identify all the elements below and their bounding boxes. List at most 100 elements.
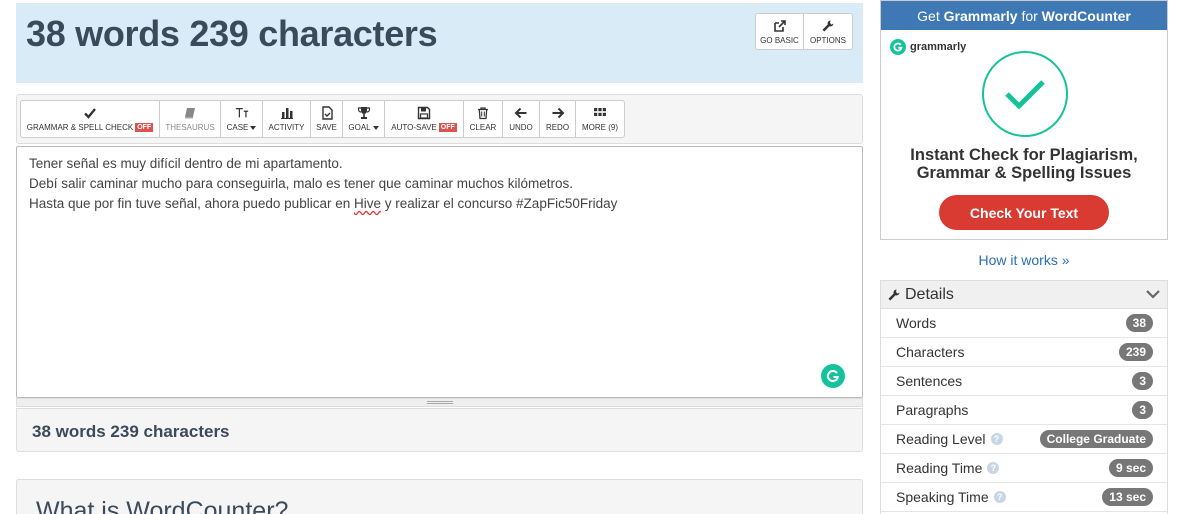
clear-button[interactable]: CLEAR: [463, 100, 503, 138]
detail-label: Reading Time: [896, 460, 983, 476]
details-panel: Details Words 38 Characters 239 Sentence…: [880, 280, 1168, 514]
grammar-off-badge: OFF: [135, 123, 154, 132]
text-editor[interactable]: Tener señal es muy difícil dentro de mi …: [16, 146, 863, 398]
book-icon: [185, 108, 195, 119]
editor-line: Tener señal es muy difícil dentro de mi …: [29, 156, 343, 171]
thesaurus-button[interactable]: THESAURUS: [159, 100, 221, 138]
help-question-icon[interactable]: ?: [990, 433, 1003, 445]
grammarly-logo-text: grammarly: [910, 41, 967, 53]
detail-row-words: Words 38: [881, 309, 1167, 338]
undo-button[interactable]: UNDO: [502, 100, 540, 138]
detail-label: Sentences: [896, 373, 963, 389]
editor-line: Hasta que por fin tuve señal, ahora pued…: [29, 194, 850, 214]
goal-label: GOAL: [348, 123, 371, 132]
help-question-icon[interactable]: ?: [993, 491, 1006, 503]
caret-down-icon: [372, 125, 379, 130]
check-your-text-button[interactable]: Check Your Text: [939, 195, 1109, 230]
external-link-icon: [773, 19, 786, 32]
detail-label: Paragraphs: [896, 402, 969, 418]
help-question-icon[interactable]: ?: [987, 462, 1000, 474]
caret-down-icon: [250, 125, 257, 130]
more-label: MORE (9): [582, 123, 618, 132]
arrow-right-icon: [552, 107, 564, 119]
header-button-group: GO BASIC OPTIONS: [755, 13, 853, 50]
save-label: SAVE: [316, 123, 337, 132]
detail-row-sentences: Sentences 3: [881, 367, 1167, 396]
detail-row-paragraphs: Paragraphs 3: [881, 396, 1167, 425]
ad-banner: Get Grammarly for WordCounter: [881, 1, 1167, 30]
text-height-icon: [235, 108, 248, 118]
detail-label: Speaking Time: [896, 489, 989, 505]
about-heading: What is WordCounter?: [36, 497, 289, 514]
auto-save-button[interactable]: AUTO-SAVE OFF: [384, 100, 464, 138]
spelling-flagged-word[interactable]: Hive: [354, 196, 381, 211]
ad-headline-line: Instant Check for Plagiarism,: [910, 146, 1138, 164]
undo-label: UNDO: [509, 123, 533, 132]
toolbar-button-group: GRAMMAR & SPELL CHECK OFF THESAURUS CASE …: [20, 100, 625, 138]
options-button[interactable]: OPTIONS: [804, 13, 853, 50]
grammarly-widget-button[interactable]: [821, 364, 845, 388]
detail-row-reading-level: Reading Level? College Graduate: [881, 425, 1167, 454]
detail-row-speaking-time: Speaking Time? 13 sec: [881, 483, 1167, 512]
detail-label-group: Reading Level?: [896, 431, 1003, 447]
save-document-icon: [321, 106, 333, 120]
detail-value-badge: 13 sec: [1102, 488, 1153, 506]
go-basic-button[interactable]: GO BASIC: [755, 13, 804, 50]
bar-chart-icon: [280, 108, 293, 119]
grammar-spell-check-button[interactable]: GRAMMAR & SPELL CHECK OFF: [20, 100, 160, 138]
editor-resize-handle[interactable]: [16, 398, 863, 407]
floppy-disk-icon: [417, 106, 431, 120]
grammar-label: GRAMMAR & SPELL CHECK: [26, 123, 134, 132]
arrow-left-icon: [514, 107, 527, 119]
ad-banner-site: WordCounter: [1041, 7, 1131, 24]
detail-label-group: Reading Time?: [896, 460, 1000, 476]
case-label: CASE: [226, 123, 249, 132]
grid-icon: [594, 108, 606, 116]
detail-value-badge: 9 sec: [1108, 459, 1153, 477]
auto-save-label: AUTO-SAVE: [391, 123, 437, 132]
detail-label-group: Speaking Time?: [896, 489, 1006, 505]
check-circle-icon: [982, 51, 1068, 137]
chevron-down-icon: [1146, 290, 1160, 299]
grammarly-g-icon: [826, 370, 840, 383]
footer-count-text: 38 words 239 characters: [32, 422, 230, 441]
grammarly-ad[interactable]: Get Grammarly for WordCounter grammarly …: [880, 0, 1168, 240]
thesaurus-label: THESAURUS: [165, 123, 215, 132]
ad-banner-brand: Grammarly: [943, 7, 1018, 24]
goal-dropdown-button[interactable]: GOAL: [342, 100, 385, 138]
save-button[interactable]: SAVE: [310, 100, 343, 138]
detail-value-badge: 3: [1132, 372, 1153, 390]
activity-label: ACTIVITY: [268, 123, 305, 132]
page-title: 38 words 239 characters: [26, 13, 438, 54]
more-button[interactable]: MORE (9): [575, 100, 625, 138]
detail-label: Reading Level: [896, 431, 986, 447]
word-count-footer: 38 words 239 characters: [16, 408, 863, 452]
ad-banner-text: for: [1021, 7, 1038, 24]
activity-button[interactable]: ACTIVITY: [262, 100, 311, 138]
case-dropdown-button[interactable]: CASE: [220, 100, 263, 138]
checkmark-icon: [84, 108, 96, 119]
ad-headline: Instant Check for Plagiarism, Grammar & …: [881, 146, 1167, 182]
trophy-icon: [357, 107, 370, 119]
detail-label: Characters: [896, 344, 965, 360]
ad-headline-line: Grammar & Spelling Issues: [916, 164, 1132, 182]
grip-lines-icon: [427, 401, 453, 404]
trash-icon: [478, 107, 488, 120]
detail-value-badge: 38: [1125, 314, 1153, 332]
editor-line: Debí salir caminar mucho para conseguirl…: [29, 176, 573, 191]
details-header[interactable]: Details: [881, 281, 1167, 309]
detail-value-badge: 3: [1132, 401, 1153, 419]
about-section: What is WordCounter?: [16, 479, 863, 514]
detail-row-reading-time: Reading Time? 9 sec: [881, 454, 1167, 483]
go-basic-label: GO BASIC: [760, 35, 799, 45]
how-it-works-link[interactable]: How it works »: [880, 252, 1168, 268]
wrench-icon: [888, 289, 900, 300]
editor-text-segment: y realizar el concurso #ZapFic50Friday: [381, 196, 618, 211]
auto-save-off-badge: OFF: [438, 123, 457, 132]
editor-text-segment: Hasta que por fin tuve señal, ahora pued…: [29, 196, 354, 211]
detail-label: Words: [896, 315, 937, 331]
editor-toolbar: GRAMMAR & SPELL CHECK OFF THESAURUS CASE …: [16, 94, 863, 144]
details-title: Details: [905, 285, 954, 303]
clear-label: CLEAR: [469, 123, 497, 132]
redo-button[interactable]: REDO: [539, 100, 576, 138]
